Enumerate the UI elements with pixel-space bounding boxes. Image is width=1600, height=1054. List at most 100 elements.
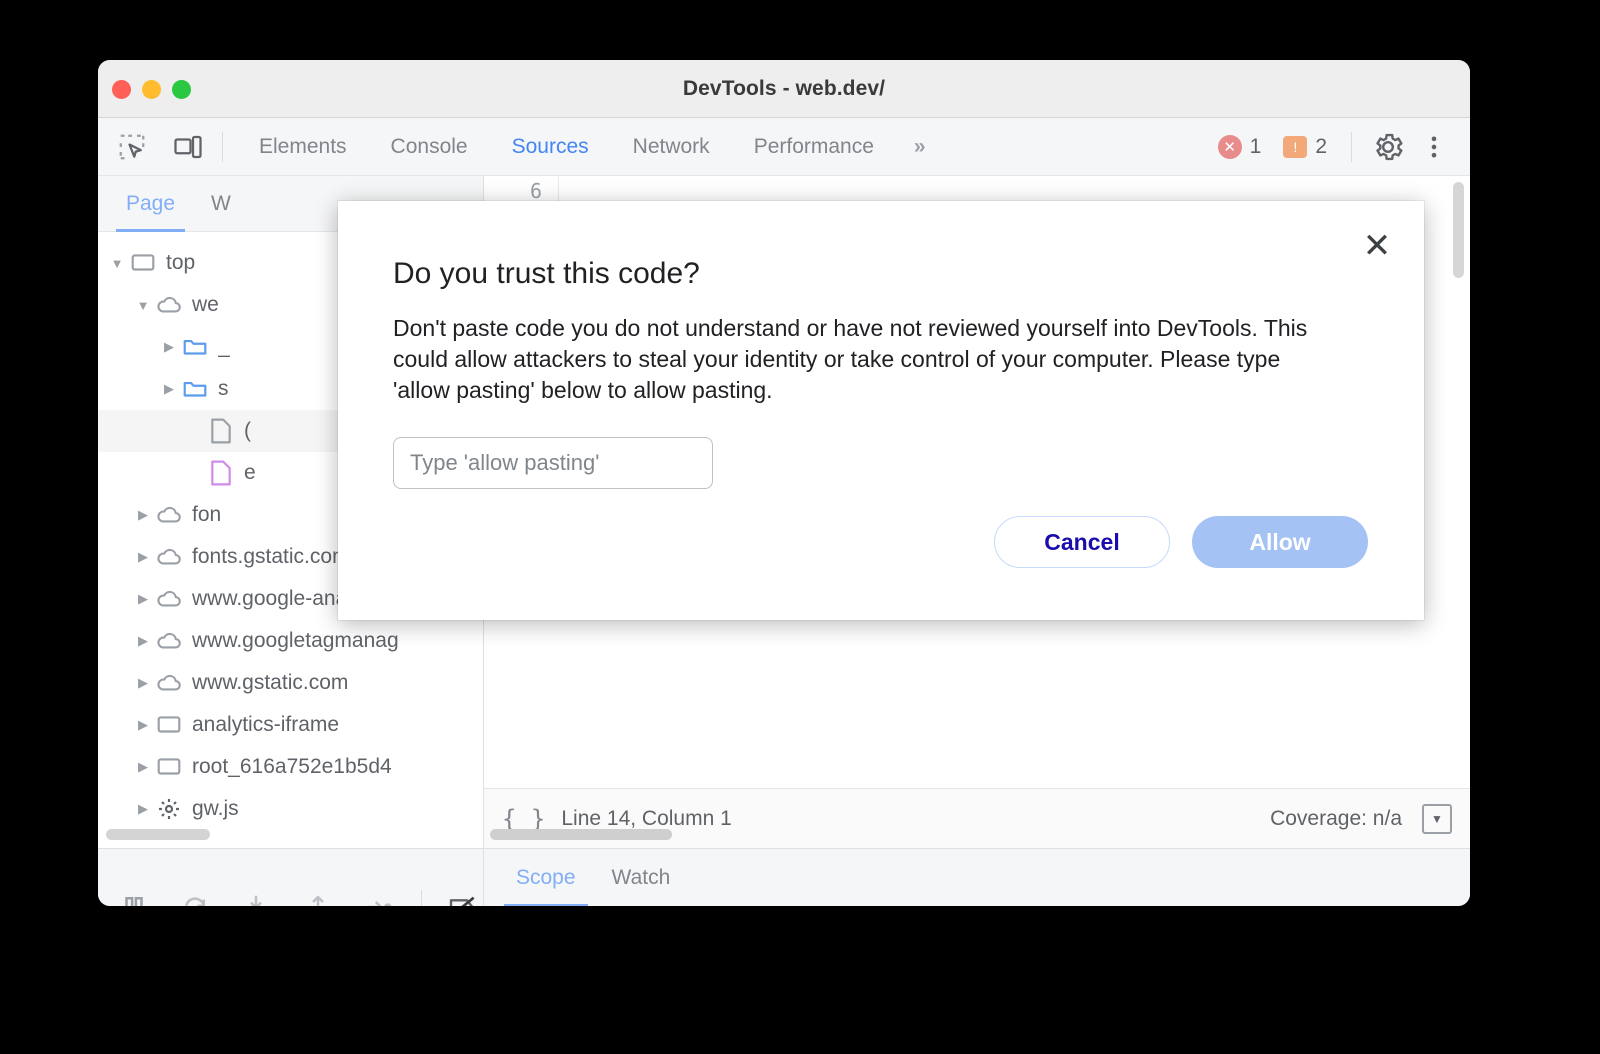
tree-item-label: www.gstatic.com xyxy=(192,671,349,694)
gear-icon xyxy=(154,797,184,821)
disclosure-triangle-icon[interactable]: ▶ xyxy=(132,549,154,565)
folder-icon xyxy=(180,376,210,402)
tree-item-label: fonts.gstatic.com xyxy=(192,545,350,568)
warning-badge[interactable]: ! 2 xyxy=(1275,135,1335,159)
frame-icon xyxy=(128,250,158,276)
inspect-element-icon[interactable] xyxy=(112,127,152,167)
editor-vertical-scrollbar[interactable] xyxy=(1453,182,1464,278)
cursor-position: Line 14, Column 1 xyxy=(561,806,732,830)
disclosure-triangle-icon[interactable]: ▶ xyxy=(132,591,154,607)
dialog-actions: Cancel Allow xyxy=(994,516,1368,568)
drawer-tab-watch[interactable]: Watch xyxy=(594,849,689,906)
file-icon xyxy=(206,418,236,444)
cloud-icon xyxy=(154,291,184,319)
window-title: DevTools - web.dev/ xyxy=(682,76,886,100)
drawer-tabs: Scope Watch xyxy=(484,849,1470,906)
tree-item-label: ( xyxy=(244,419,251,442)
disclosure-triangle-icon[interactable]: ▼ xyxy=(106,256,128,271)
drawer-tab-scope[interactable]: Scope xyxy=(498,849,594,906)
disclosure-triangle-icon[interactable]: ▶ xyxy=(132,717,154,733)
devtools-window: DevTools - web.dev/ Elements Console Sou… xyxy=(98,60,1470,906)
tab-performance[interactable]: Performance xyxy=(732,118,896,176)
coverage-status: Coverage: n/a xyxy=(1270,806,1402,830)
tab-sources[interactable]: Sources xyxy=(490,118,611,176)
frame-icon xyxy=(154,754,184,780)
maximize-window-button[interactable] xyxy=(172,80,191,99)
step-icon[interactable] xyxy=(359,886,398,906)
tab-network[interactable]: Network xyxy=(611,118,732,176)
tree-item-label: root_616a752e1b5d4 xyxy=(192,755,392,778)
cancel-button[interactable]: Cancel xyxy=(994,516,1170,568)
more-tabs-chevron-icon[interactable]: » xyxy=(896,118,941,176)
cloud-icon xyxy=(154,543,184,571)
disclosure-triangle-icon[interactable]: ▶ xyxy=(132,801,154,817)
frame-icon xyxy=(154,712,184,738)
tree-item-label: e xyxy=(244,461,256,484)
tab-elements[interactable]: Elements xyxy=(237,118,369,176)
tree-item-label: gw.js xyxy=(192,797,239,820)
disclosure-triangle-icon[interactable]: ▶ xyxy=(132,507,154,523)
allow-button[interactable]: Allow xyxy=(1192,516,1368,568)
toolbar-left-icons xyxy=(98,127,208,167)
tab-console[interactable]: Console xyxy=(369,118,490,176)
warning-count: 2 xyxy=(1315,134,1327,158)
tree-item[interactable]: ▶ analytics-iframe xyxy=(98,704,483,746)
tree-item[interactable]: ▶ root_616a752e1b5d4 xyxy=(98,746,483,788)
trust-code-dialog: ✕ Do you trust this code? Don't paste co… xyxy=(338,201,1424,620)
tree-item-label: _ xyxy=(218,335,230,358)
pause-icon[interactable] xyxy=(114,886,153,906)
debugger-drawer: Scope Watch xyxy=(98,848,1470,906)
disclosure-triangle-icon[interactable]: ▶ xyxy=(158,339,180,355)
allow-pasting-input[interactable] xyxy=(393,437,713,490)
toolbar-divider xyxy=(222,131,223,162)
navigator-horizontal-scrollbar[interactable] xyxy=(106,829,210,840)
error-badge[interactable]: ✕ 1 xyxy=(1210,134,1270,159)
navigator-tab-workspace[interactable]: W xyxy=(193,176,249,232)
debugger-controls xyxy=(98,849,484,906)
tree-item-label: we xyxy=(192,293,219,316)
tree-item-label: fon xyxy=(192,503,222,526)
file-css-icon xyxy=(206,460,236,486)
gear-icon[interactable] xyxy=(1368,127,1408,167)
tree-item-label: analytics-iframe xyxy=(192,713,340,736)
step-out-icon[interactable] xyxy=(298,886,337,906)
step-into-icon[interactable] xyxy=(237,886,276,906)
tree-item-label: top xyxy=(166,251,196,274)
disclosure-triangle-icon[interactable]: ▶ xyxy=(132,675,154,691)
editor-horizontal-scrollbar[interactable] xyxy=(490,829,672,840)
toolbar-divider-right xyxy=(1351,131,1352,162)
line-number: 6 xyxy=(529,178,542,203)
devtools-toolbar: Elements Console Sources Network Perform… xyxy=(98,118,1470,176)
cloud-icon xyxy=(154,627,184,655)
disclosure-triangle-icon[interactable]: ▶ xyxy=(158,381,180,397)
window-titlebar: DevTools - web.dev/ xyxy=(98,60,1470,118)
cloud-icon xyxy=(154,669,184,697)
tree-item[interactable]: ▶ www.gstatic.com xyxy=(98,662,483,704)
error-icon: ✕ xyxy=(1217,134,1242,159)
error-count: 1 xyxy=(1249,134,1262,158)
cloud-icon xyxy=(154,501,184,529)
disclosure-triangle-icon[interactable]: ▶ xyxy=(132,633,154,649)
panel-tabs: Elements Console Sources Network Perform… xyxy=(237,118,941,176)
tree-item[interactable]: ▶ gw.js xyxy=(98,788,483,830)
traffic-lights xyxy=(112,80,191,99)
disclosure-triangle-icon[interactable]: ▼ xyxy=(132,298,154,313)
toolbar-right-group: ✕ 1 ! 2 xyxy=(1210,127,1470,167)
close-window-button[interactable] xyxy=(112,80,131,99)
kebab-menu-icon[interactable] xyxy=(1414,127,1454,167)
disclosure-triangle-icon[interactable]: ▶ xyxy=(132,759,154,775)
folder-icon xyxy=(180,334,210,360)
close-icon[interactable]: ✕ xyxy=(1354,223,1400,269)
tree-item[interactable]: ▶ www.googletagmanag xyxy=(98,620,483,662)
minimize-window-button[interactable] xyxy=(142,80,161,99)
tree-item-label: s xyxy=(218,377,229,400)
cloud-icon xyxy=(154,585,184,613)
show-drawer-icon[interactable]: ▼ xyxy=(1422,803,1452,834)
deactivate-breakpoints-icon[interactable] xyxy=(444,886,483,906)
warning-icon: ! xyxy=(1283,135,1308,158)
debugger-divider xyxy=(420,889,422,906)
step-over-icon[interactable] xyxy=(175,886,214,906)
device-toolbar-icon[interactable] xyxy=(168,127,208,167)
dialog-message: Don't paste code you do not understand o… xyxy=(393,315,1308,403)
navigator-tab-page[interactable]: Page xyxy=(108,176,193,232)
